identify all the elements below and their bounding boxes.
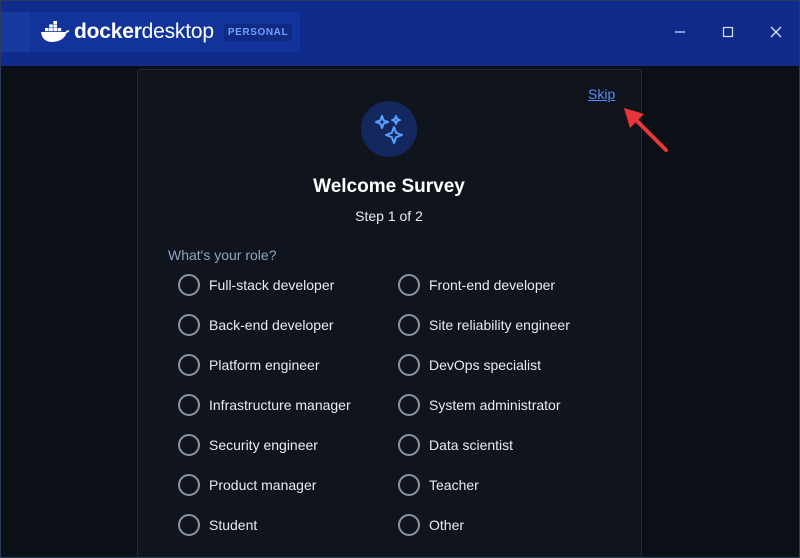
sidebar-toggle[interactable] xyxy=(0,12,30,52)
option-label: System administrator xyxy=(429,397,561,413)
close-icon xyxy=(770,26,782,38)
radio-button[interactable] xyxy=(398,274,420,296)
role-question: What's your role? xyxy=(168,247,277,263)
option-label: Full-stack developer xyxy=(209,277,335,293)
app-title: dockerdesktop xyxy=(74,20,214,43)
maximize-button[interactable] xyxy=(704,12,752,52)
arrow-icon xyxy=(624,108,668,152)
radio-button[interactable] xyxy=(398,354,420,376)
radio-button[interactable] xyxy=(178,434,200,456)
radio-button[interactable] xyxy=(398,514,420,536)
option-label: Infrastructure manager xyxy=(209,397,351,413)
option-label: Security engineer xyxy=(209,437,318,453)
radio-button[interactable] xyxy=(398,434,420,456)
maximize-icon xyxy=(722,26,734,38)
role-option-data-scientist[interactable]: Data scientist xyxy=(398,433,513,457)
option-label: Teacher xyxy=(429,477,479,493)
radio-button[interactable] xyxy=(178,514,200,536)
title-bar: dockerdesktop PERSONAL xyxy=(0,0,800,66)
radio-button[interactable] xyxy=(178,394,200,416)
option-label: Student xyxy=(209,517,258,533)
step-indicator: Step 1 of 2 xyxy=(355,208,423,224)
plan-badge: PERSONAL xyxy=(223,23,293,41)
role-option-student[interactable]: Student xyxy=(178,513,257,537)
radio-button[interactable] xyxy=(398,474,420,496)
option-label: DevOps specialist xyxy=(429,357,542,373)
radio-button[interactable] xyxy=(178,274,200,296)
role-option-site-reliability-engineer[interactable]: Site reliability engineer xyxy=(398,313,570,337)
minimize-icon xyxy=(675,31,685,33)
close-button[interactable] xyxy=(752,12,800,52)
survey-title: Welcome Survey xyxy=(313,176,465,197)
survey-icon xyxy=(361,101,417,157)
window-controls xyxy=(656,12,800,52)
sparkle-icon xyxy=(375,115,403,144)
role-option-platform-engineer[interactable]: Platform engineer xyxy=(178,353,320,377)
minimize-button[interactable] xyxy=(656,12,704,52)
option-label: Site reliability engineer xyxy=(429,317,570,333)
role-option-product-manager[interactable]: Product manager xyxy=(178,473,316,497)
radio-button[interactable] xyxy=(178,474,200,496)
radio-button[interactable] xyxy=(178,354,200,376)
role-option-full-stack-developer[interactable]: Full-stack developer xyxy=(178,273,334,297)
role-option-devops-specialist[interactable]: DevOps specialist xyxy=(398,353,541,377)
option-label: Back-end developer xyxy=(209,317,334,333)
role-option-security-engineer[interactable]: Security engineer xyxy=(178,433,318,457)
radio-button[interactable] xyxy=(178,314,200,336)
option-label: Data scientist xyxy=(429,437,514,453)
brand: dockerdesktop PERSONAL xyxy=(30,12,300,52)
role-option-other[interactable]: Other xyxy=(398,513,464,537)
radio-button[interactable] xyxy=(398,394,420,416)
role-option-infrastructure-manager[interactable]: Infrastructure manager xyxy=(178,393,351,417)
option-label: Other xyxy=(429,517,465,533)
role-option-teacher[interactable]: Teacher xyxy=(398,473,479,497)
option-label: Platform engineer xyxy=(209,357,320,373)
option-label: Front-end developer xyxy=(429,277,556,293)
role-option-back-end-developer[interactable]: Back-end developer xyxy=(178,313,334,337)
docker-whale-icon xyxy=(41,21,70,42)
role-option-system-administrator[interactable]: System administrator xyxy=(398,393,560,417)
role-option-front-end-developer[interactable]: Front-end developer xyxy=(398,273,555,297)
skip-link[interactable]: Skip xyxy=(588,86,615,102)
radio-button[interactable] xyxy=(398,314,420,336)
option-label: Product manager xyxy=(209,477,317,493)
